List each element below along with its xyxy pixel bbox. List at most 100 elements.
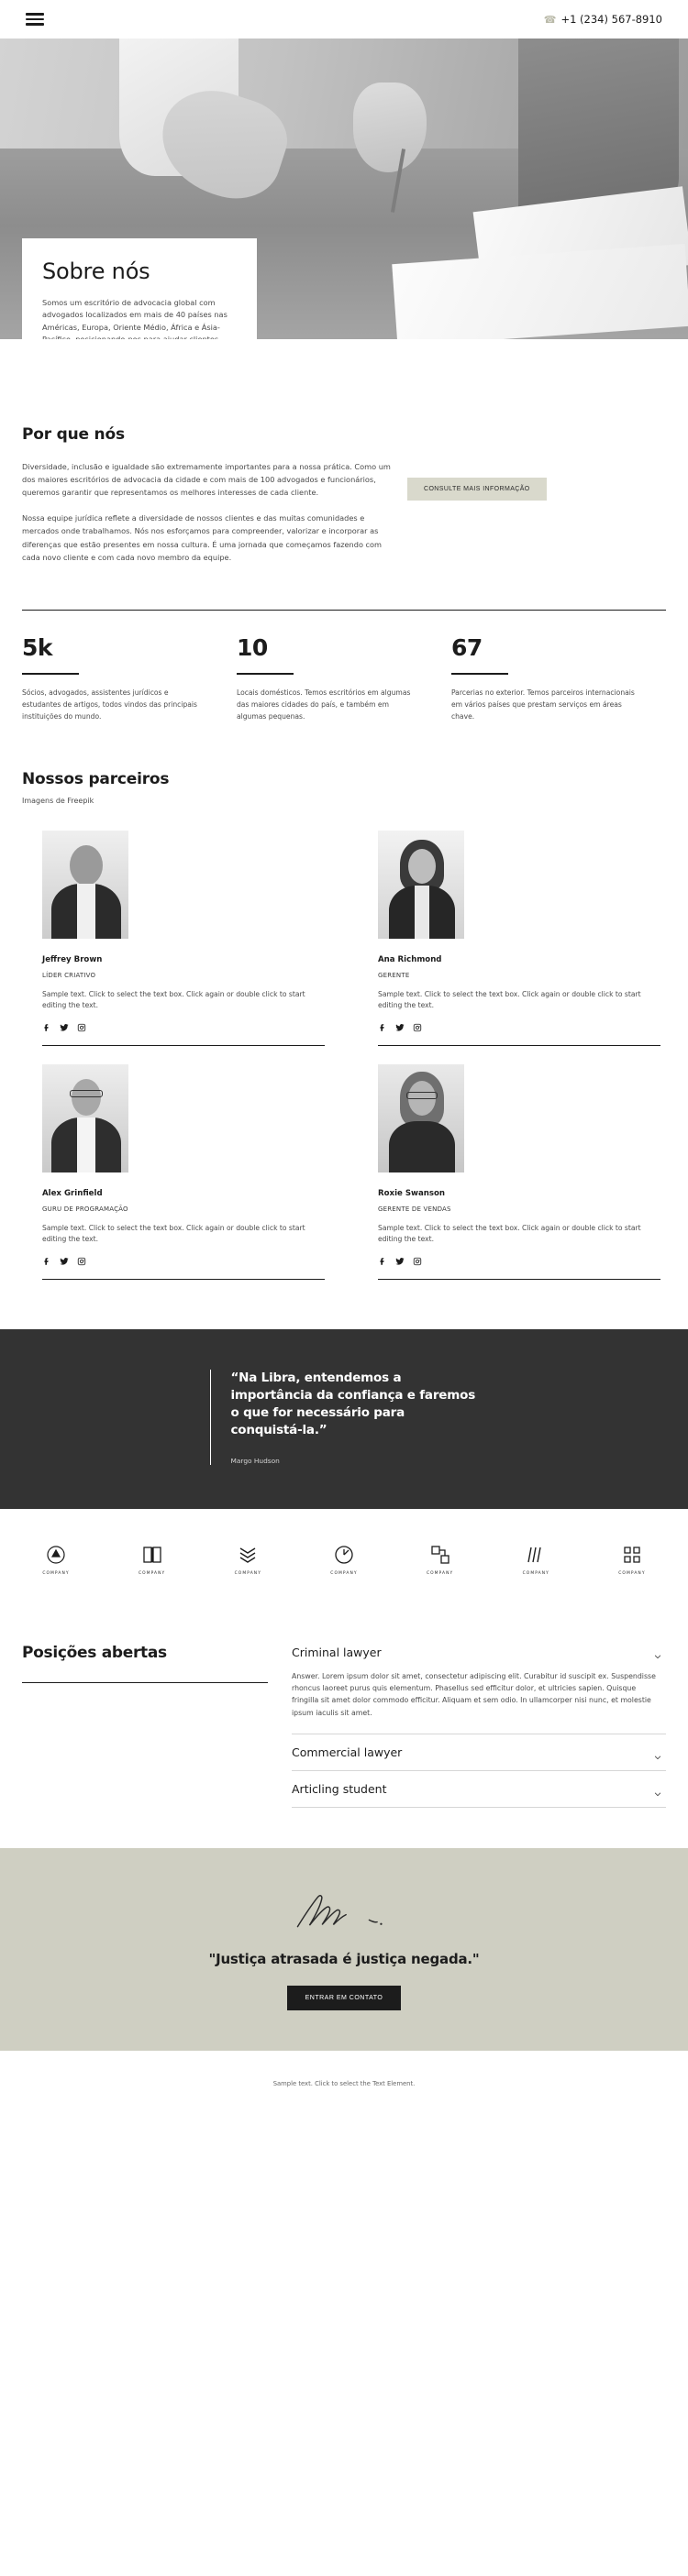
member-bio: Sample text. Click to select the text bo…: [378, 989, 641, 1010]
client-logo-label: COMPANY: [42, 1570, 70, 1576]
partners-title: Nossos parceiros: [22, 769, 170, 788]
instagram-icon[interactable]: [413, 1257, 422, 1266]
chevrons-logo-icon: [239, 1547, 256, 1563]
stat-underline: [22, 672, 79, 675]
quote-section: “Na Libra, entendemos a importância da c…: [0, 1328, 688, 1509]
footer-text: Sample text. Click to select the Text El…: [272, 2080, 416, 2088]
member-divider: [42, 1044, 325, 1046]
twitter-icon[interactable]: [395, 1257, 405, 1266]
accordion-title: Commercial lawyer: [292, 1745, 403, 1760]
accordion-title: Articling student: [292, 1782, 387, 1797]
accordion-header-criminal-lawyer[interactable]: Criminal lawyer: [292, 1635, 666, 1670]
instagram-icon[interactable]: [77, 1023, 86, 1032]
squares-logo-icon: [430, 1545, 449, 1564]
facebook-icon[interactable]: [42, 1257, 51, 1266]
client-logo-label: COMPANY: [138, 1570, 166, 1576]
client-logo: COMPANY: [604, 1544, 660, 1576]
client-logos-row: COMPANY COMPANY COMPANY COMPANY COMPANY: [0, 1508, 688, 1613]
stat-description: Parcerias no exterior. Temos parceiros i…: [450, 688, 635, 721]
facebook-icon[interactable]: [378, 1023, 387, 1032]
accordion-header-articling-student[interactable]: Articling student: [292, 1771, 666, 1807]
open-positions-section: Posições abertas Criminal lawyer Answer.…: [0, 1613, 688, 1849]
member-role: GERENTE DE VENDAS: [378, 1205, 451, 1213]
chevron-down-icon[interactable]: [653, 1647, 662, 1659]
member-divider: [378, 1278, 660, 1280]
stat-number: 67: [450, 633, 483, 661]
contact-button[interactable]: ENTRAR EM CONTATO: [286, 1986, 402, 2011]
contact-cta-section: "Justiça atrasada é justiça negada." ENT…: [0, 1848, 688, 2052]
phone-number: +1 (234) 567-8910: [560, 13, 662, 26]
positions-accordion: Criminal lawyer Answer. Lorem ipsum dolo…: [292, 1635, 666, 1809]
partners-section: Nossos parceiros Imagens de Freepik Jeff…: [0, 770, 688, 1298]
avatar: [378, 830, 464, 939]
stat-item: 5k Sócios, advogados, assistentes jurídi…: [22, 634, 237, 722]
page-root: ☎ +1 (234) 567-8910 Sobre nós Somos um e…: [0, 0, 688, 2112]
stat-description: Sócios, advogados, assistentes jurídicos…: [22, 688, 197, 721]
twitter-icon[interactable]: [60, 1023, 69, 1032]
stats-top-rule: [22, 609, 666, 611]
about-body: Somos um escritório de advocacia global …: [42, 298, 227, 339]
accordion-item: Criminal lawyer Answer. Lorem ipsum dolo…: [292, 1635, 666, 1735]
why-us-paragraph-1: Diversidade, inclusão e igualdade são ex…: [22, 462, 391, 498]
member-divider: [42, 1278, 325, 1280]
client-logo-label: COMPANY: [522, 1570, 549, 1576]
stat-underline: [236, 672, 294, 675]
quote-accent-bar: [209, 1369, 211, 1465]
quote-text: “Na Libra, entendemos a importância da c…: [230, 1370, 476, 1438]
member-name: Alex Grinfield: [42, 1188, 103, 1198]
team-member-card: Jeffrey Brown LÍDER CRIATIVO Sample text…: [22, 830, 325, 1046]
client-logo: COMPANY: [219, 1544, 276, 1576]
instagram-icon[interactable]: [413, 1023, 422, 1032]
facebook-icon[interactable]: [42, 1023, 51, 1032]
avatar: [378, 1063, 464, 1172]
why-us-title: Por que nós: [22, 425, 125, 444]
why-us-cta-wrap: CONSULTE MAIS INFORMAÇÃO: [407, 425, 547, 501]
accordion-header-commercial-lawyer[interactable]: Commercial lawyer: [292, 1734, 666, 1770]
client-logo: COMPANY: [316, 1544, 372, 1576]
member-role: GERENTE: [378, 971, 410, 979]
client-logo-label: COMPANY: [234, 1570, 261, 1576]
positions-underline: [22, 1681, 268, 1684]
quote-author: Margo Hudson: [230, 1456, 280, 1465]
client-logo: COMPANY: [412, 1544, 469, 1576]
team-member-card: Roxie Swanson GERENTE DE VENDAS Sample t…: [358, 1063, 660, 1280]
stat-description: Locais domésticos. Temos escritórios em …: [236, 688, 411, 721]
site-header: ☎ +1 (234) 567-8910: [0, 0, 688, 39]
member-bio: Sample text. Click to select the text bo…: [42, 1223, 305, 1244]
more-information-button[interactable]: CONSULTE MAIS INFORMAÇÃO: [407, 478, 547, 501]
facebook-icon[interactable]: [378, 1257, 387, 1266]
chevron-down-icon[interactable]: [653, 1748, 662, 1759]
circle-swirl-logo-icon: [335, 1545, 353, 1564]
twitter-icon[interactable]: [60, 1257, 69, 1266]
accordion-item: Articling student: [292, 1771, 666, 1809]
site-footer: Sample text. Click to select the Text El…: [0, 2051, 688, 2112]
avatar: [42, 1063, 128, 1172]
stat-underline: [450, 672, 508, 675]
stat-number: 5k: [22, 633, 53, 661]
signature-icon: [0, 1885, 688, 1938]
stat-number: 10: [236, 633, 268, 661]
member-bio: Sample text. Click to select the text bo…: [42, 989, 305, 1010]
cta-heading: "Justiça atrasada é justiça negada.": [208, 1951, 480, 1968]
member-socials: [358, 1023, 660, 1032]
member-name: Roxie Swanson: [378, 1188, 446, 1198]
accordion-item: Commercial lawyer: [292, 1734, 666, 1772]
instagram-icon[interactable]: [77, 1257, 86, 1266]
client-logo-label: COMPANY: [618, 1570, 646, 1576]
about-card: Sobre nós Somos um escritório de advocac…: [22, 238, 257, 339]
member-socials: [22, 1257, 325, 1266]
why-us-paragraph-2: Nossa equipe jurídica reflete a diversid…: [22, 513, 383, 562]
team-member-card: Alex Grinfield GURU DE PROGRAMAÇÃO Sampl…: [22, 1063, 325, 1280]
member-role: LÍDER CRIATIVO: [42, 971, 96, 979]
phone-contact[interactable]: ☎ +1 (234) 567-8910: [544, 13, 662, 26]
accordion-body: Answer. Lorem ipsum dolor sit amet, cons…: [292, 1671, 656, 1717]
hamburger-menu-icon[interactable]: [26, 13, 44, 26]
stat-item: 10 Locais domésticos. Temos escritórios …: [236, 633, 451, 722]
chevron-down-icon[interactable]: [653, 1785, 662, 1796]
client-logo: COMPANY: [28, 1544, 84, 1576]
member-bio: Sample text. Click to select the text bo…: [378, 1223, 641, 1244]
crown-logo-icon: [47, 1545, 65, 1564]
twitter-icon[interactable]: [395, 1023, 405, 1032]
client-logo-label: COMPANY: [426, 1570, 454, 1576]
member-socials: [358, 1257, 660, 1266]
